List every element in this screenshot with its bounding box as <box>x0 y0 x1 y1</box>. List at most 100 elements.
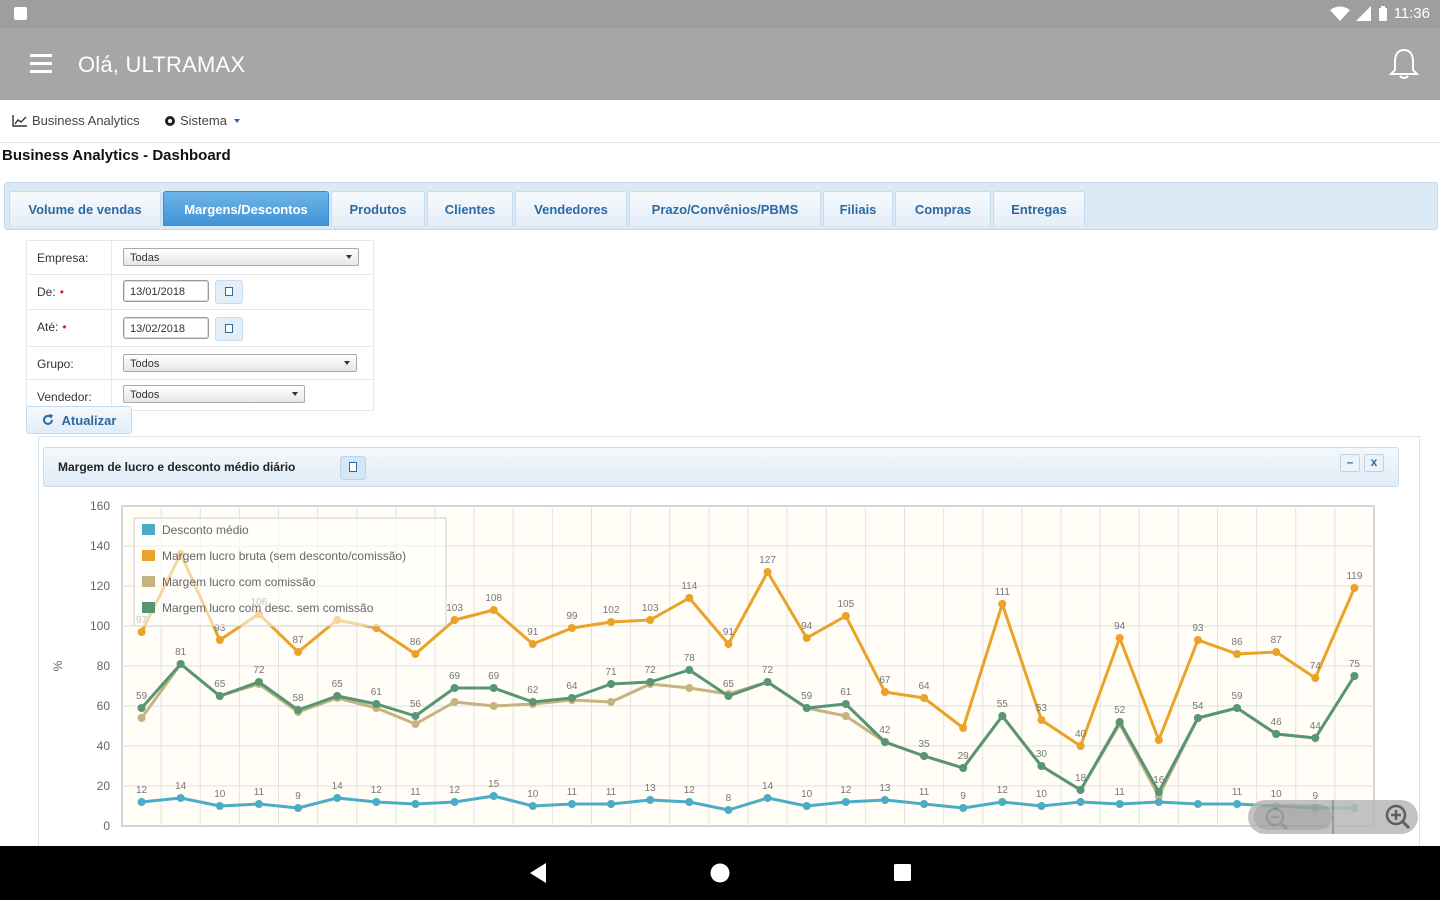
data-label: 74 <box>1310 661 1322 672</box>
data-point <box>959 804 968 812</box>
gear-icon <box>165 115 175 126</box>
tab-compras[interactable]: Compras <box>895 191 991 226</box>
empresa-label: Empresa: <box>37 251 89 265</box>
atualizar-button[interactable]: Atualizar <box>26 406 132 434</box>
data-label: 40 <box>1075 729 1087 740</box>
data-label: 11 <box>919 787 930 798</box>
data-point <box>841 712 850 720</box>
tab-margens-descontos[interactable]: Margens/Descontos <box>163 191 329 226</box>
data-point <box>920 800 929 808</box>
bell-icon[interactable] <box>1386 46 1422 82</box>
home-icon[interactable] <box>709 862 731 884</box>
data-label: 94 <box>801 621 813 632</box>
data-point <box>1154 736 1163 744</box>
hamburger-menu-icon[interactable] <box>30 54 52 74</box>
y-tick-label: 0 <box>103 819 110 833</box>
data-label: 72 <box>253 665 265 676</box>
caret-down-icon <box>233 118 240 123</box>
data-point <box>176 660 185 668</box>
data-point <box>685 594 694 602</box>
de-date-input[interactable]: 13/01/2018 <box>123 280 209 302</box>
data-point <box>215 636 224 644</box>
legend-swatch <box>142 576 155 587</box>
calendar-icon <box>225 324 233 333</box>
data-label: 67 <box>879 675 891 686</box>
de-label: De: • <box>37 285 64 299</box>
y-tick-label: 20 <box>97 779 111 793</box>
data-label: 11 <box>254 787 265 798</box>
empresa-select[interactable]: Todas <box>123 248 359 266</box>
tab-produtos[interactable]: Produtos <box>331 191 425 226</box>
ate-calendar-button[interactable] <box>215 317 243 341</box>
data-label: 42 <box>879 725 891 736</box>
tab-bar: Volume de vendas Margens/Descontos Produ… <box>4 182 1438 230</box>
data-point <box>411 800 420 808</box>
data-label: 62 <box>527 685 539 696</box>
data-point <box>646 616 655 624</box>
nav-business-analytics[interactable]: Business Analytics <box>12 113 140 128</box>
app-title: Olá, ULTRAMAX <box>78 52 246 77</box>
tab-volume-de-vendas[interactable]: Volume de vendas <box>9 191 161 226</box>
tab-entregas[interactable]: Entregas <box>993 191 1085 226</box>
data-label: 65 <box>214 679 226 690</box>
zoom-in-icon[interactable] <box>1382 802 1414 832</box>
line-chart: 020406080100120140160%12 1410 11 914 12 11 121… <box>51 499 1375 833</box>
data-point <box>567 694 576 702</box>
legend: Desconto médio Margem lucro bruta (sem de… <box>133 517 447 627</box>
data-label: 91 <box>723 627 735 638</box>
widget-close-button[interactable]: x <box>1364 454 1384 472</box>
data-label: 119 <box>1346 571 1362 582</box>
widget-minimize-button[interactable]: – <box>1340 454 1360 472</box>
data-label: 105 <box>837 599 854 610</box>
y-axis-label: % <box>51 660 65 671</box>
data-point <box>763 678 772 686</box>
y-tick-label: 140 <box>90 539 110 553</box>
filter-form: Empresa: Todas De: • 13/01/2018 Até: • 13/… <box>26 240 374 411</box>
tab-prazo-convenios-pbms[interactable]: Prazo/Convênios/PBMS <box>629 191 821 226</box>
data-point <box>1350 584 1359 592</box>
data-point <box>880 688 889 696</box>
data-label: 9 <box>960 791 966 802</box>
data-point <box>724 692 733 700</box>
recents-icon[interactable] <box>893 863 913 883</box>
data-label: 103 <box>446 603 463 614</box>
top-navigation: Business Analytics Sistema <box>0 100 1440 143</box>
data-point <box>607 680 616 688</box>
data-label: 11 <box>1232 787 1243 798</box>
data-point <box>567 800 576 808</box>
tab-filiais[interactable]: Filiais <box>823 191 893 226</box>
nav-sistema[interactable]: Sistema <box>164 113 240 128</box>
ate-date-input[interactable]: 13/02/2018 <box>123 317 209 339</box>
data-point <box>763 568 772 576</box>
atualizar-label: Atualizar <box>61 412 117 428</box>
data-point <box>959 724 968 732</box>
legend-label: Desconto médio <box>162 523 249 537</box>
de-calendar-button[interactable] <box>215 280 243 304</box>
legend-swatch <box>142 602 155 613</box>
data-point <box>1037 716 1046 724</box>
widget-header: Margem de lucro e desconto médio diário … <box>43 447 1399 487</box>
data-point <box>763 794 772 802</box>
data-point <box>489 702 498 710</box>
grupo-select[interactable]: Todos <box>123 354 357 372</box>
widget-calendar-button[interactable] <box>340 456 366 480</box>
data-label: 86 <box>1232 637 1244 648</box>
signal-icon <box>1355 5 1371 21</box>
zoom-out-button[interactable] <box>1254 804 1332 831</box>
data-point <box>724 806 733 814</box>
data-point <box>1154 798 1163 806</box>
data-point <box>646 796 655 804</box>
back-icon[interactable] <box>528 862 548 884</box>
grupo-label: Grupo: <box>37 357 74 371</box>
data-label: 87 <box>1271 635 1283 646</box>
data-point <box>998 798 1007 806</box>
vendedor-select[interactable]: Todos <box>123 385 305 403</box>
status-time: 11:36 <box>1393 5 1430 22</box>
tab-clientes[interactable]: Clientes <box>427 191 513 226</box>
data-label: 11 <box>410 787 421 798</box>
tab-vendedores[interactable]: Vendedores <box>515 191 627 226</box>
data-label: 11 <box>567 787 578 798</box>
data-label: 10 <box>527 789 539 800</box>
data-point <box>450 616 459 624</box>
data-point <box>685 666 694 674</box>
